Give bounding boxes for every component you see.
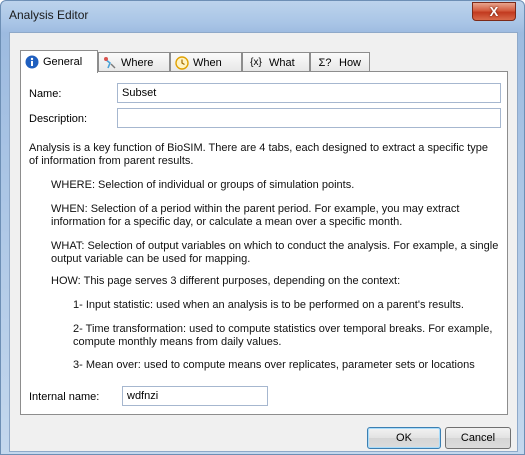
help-intro-line-2: of information from parent results.	[29, 155, 194, 167]
pin-icon	[103, 56, 117, 70]
tab-label: Where	[121, 56, 154, 69]
help-what-line-1: WHAT: Selection of output variables on w…	[51, 240, 499, 252]
tab-where[interactable]: Where	[98, 52, 170, 72]
help-where: WHERE: Selection of individual or groups…	[51, 179, 355, 191]
tab-label: What	[269, 56, 295, 69]
internal-name-label: Internal name:	[29, 391, 100, 403]
name-label: Name:	[29, 88, 62, 100]
help-how-item-1: 1- Input statistic: used when an analysi…	[73, 299, 464, 311]
help-when-line-2: information for a specific day, or calcu…	[51, 216, 403, 228]
help-when-line-1: WHEN: Selection of a period within the p…	[51, 203, 460, 215]
general-tab-panel: Name: Description: Analysis is a key fun…	[20, 71, 508, 415]
sigma-icon: Σ?	[318, 56, 332, 69]
variable-icon: {x}	[250, 57, 262, 68]
clock-icon	[175, 55, 189, 70]
ok-button[interactable]: OK	[367, 427, 441, 449]
window-title: Analysis Editor	[9, 8, 89, 22]
description-label: Description:	[29, 113, 88, 125]
tab-label: How	[339, 56, 362, 69]
name-input[interactable]	[117, 83, 501, 103]
cancel-button[interactable]: Cancel	[445, 427, 511, 449]
tab-how[interactable]: Σ? How	[310, 52, 370, 72]
tab-general[interactable]: General	[20, 50, 98, 73]
info-icon	[25, 55, 39, 69]
help-how-item-2-line-2: compute monthly means from daily values.	[73, 336, 282, 348]
tab-when[interactable]: When	[170, 52, 242, 72]
close-button[interactable]: X	[472, 2, 516, 21]
help-how-item-2-line-1: 2- Time transformation: used to compute …	[73, 323, 493, 335]
help-intro-line-1: Analysis is a key function of BioSIM. Th…	[29, 142, 488, 154]
help-what-line-2: output variable can be used for mapping.	[51, 253, 251, 265]
tab-label: When	[193, 56, 222, 69]
tab-what[interactable]: {x} What	[242, 52, 310, 72]
internal-name-input[interactable]	[122, 386, 268, 406]
dialog-client-area: General Where When {x} What Σ? How Name:…	[9, 32, 518, 452]
help-how: HOW: This page serves 3 different purpos…	[51, 275, 401, 287]
tab-label: General	[43, 56, 83, 68]
help-how-item-3: 3- Mean over: used to compute means over…	[73, 359, 475, 371]
description-input[interactable]	[117, 108, 501, 128]
analysis-editor-window: Analysis Editor X General Where When {x}…	[0, 0, 525, 455]
